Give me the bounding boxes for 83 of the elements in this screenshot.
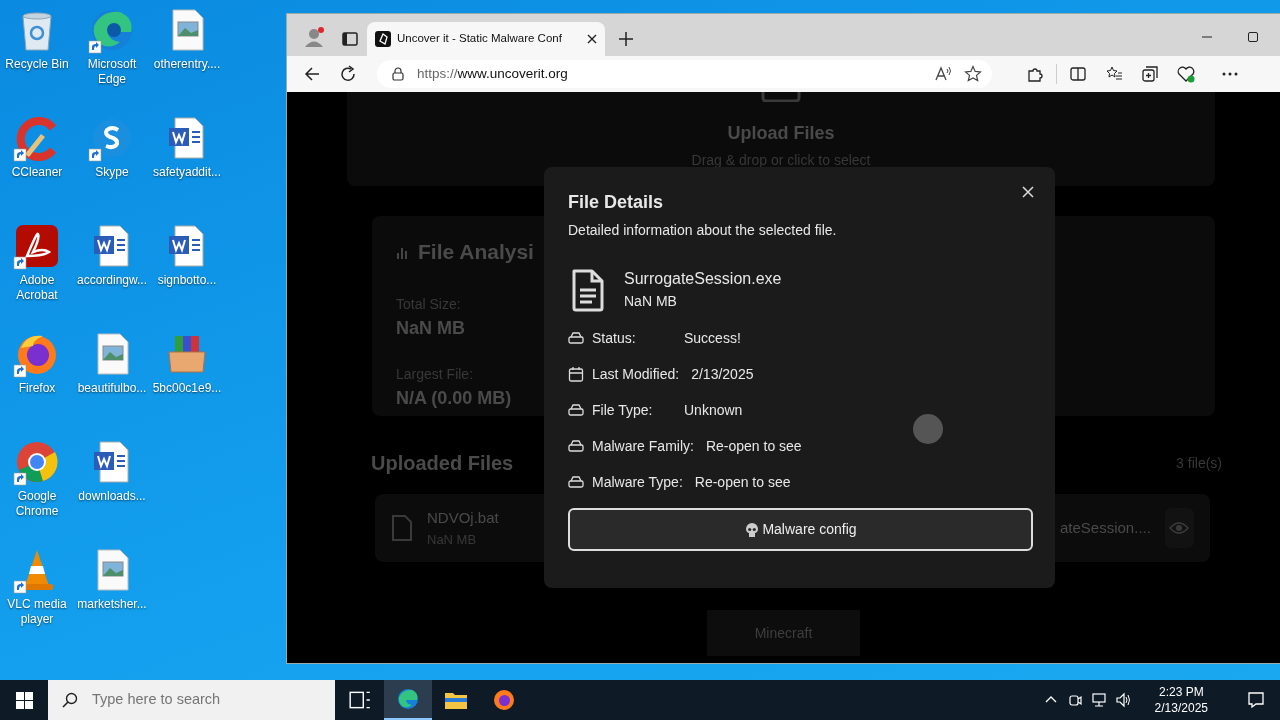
desktop-shortcut[interactable]: Recycle Bin — [0, 6, 74, 72]
firefox-icon — [492, 688, 516, 712]
skull-icon — [744, 521, 761, 538]
lock-icon — [391, 67, 405, 81]
browser-tab[interactable]: Uncover it - Static Malware Conf — [367, 22, 605, 56]
modal-title: File Details — [568, 191, 664, 214]
favorites-list-icon — [1105, 65, 1123, 83]
windows-logo-icon — [15, 691, 33, 709]
file-name: SurrogateSession.exe — [624, 269, 782, 289]
detail-label: File Type: — [592, 400, 654, 420]
desktop-shortcut[interactable]: 5bc00c1e9... — [150, 330, 224, 396]
volume-icon — [1114, 692, 1131, 708]
desktop-shortcut[interactable]: Adobe Acrobat — [0, 222, 74, 303]
file-count: 3 file(s) — [1176, 453, 1222, 473]
drive-icon — [568, 330, 584, 346]
back-arrow-icon — [303, 65, 321, 83]
detail-value: Unknown — [684, 400, 743, 420]
favorite-star-icon — [964, 65, 982, 83]
clock-time: 2:23 PM — [1157, 684, 1205, 700]
desktop-shortcut[interactable]: Firefox — [0, 330, 74, 396]
drive-icon — [568, 474, 584, 490]
drive-icon — [568, 438, 584, 454]
file-icon — [391, 514, 413, 542]
profile-icon — [303, 26, 325, 48]
taskbar-search[interactable]: Type here to search — [48, 680, 335, 720]
file-name: ateSession.... — [1060, 517, 1151, 538]
detail-value: Re-open to see — [705, 436, 802, 456]
modal-subtitle: Detailed information about the selected file. — [568, 221, 837, 240]
desktop-shortcut[interactable]: Microsoft Edge — [75, 6, 149, 87]
file-name: NDVOj.bat — [427, 508, 499, 528]
analysis-title: File Analysi — [418, 239, 534, 265]
detail-value: Success! — [684, 328, 741, 348]
maximize-icon — [1248, 32, 1258, 42]
malware-config-button[interactable]: Malware config — [568, 508, 1033, 551]
upload-title: Upload Files — [727, 122, 835, 145]
desktop-shortcut[interactable]: accordingw... — [75, 222, 149, 288]
network-icon — [1090, 692, 1107, 708]
desktop-shortcut[interactable]: Skype — [75, 114, 149, 180]
notification-icon — [1247, 691, 1265, 709]
address-bar[interactable]: https://www.uncoverit.org — [377, 60, 992, 88]
collections-icon — [1141, 65, 1159, 83]
desktop-shortcut[interactable]: VLC media player — [0, 546, 74, 627]
close-icon — [587, 34, 597, 44]
more-dots-icon — [1222, 72, 1238, 76]
drive-icon — [568, 402, 584, 418]
desktop-shortcut[interactable]: safetyaddit... — [150, 114, 224, 180]
detail-value: 2/13/2025 — [691, 364, 754, 384]
desktop-shortcut[interactable]: otherentry.... — [150, 6, 224, 72]
busy-cursor-icon — [913, 414, 943, 444]
detail-label: Last Modified: — [592, 364, 680, 384]
desktop-shortcut[interactable]: CCleaner — [0, 114, 74, 180]
tab-actions-icon — [341, 30, 359, 48]
detail-label: Status: — [592, 328, 637, 348]
detail-value: Re-open to see — [694, 472, 791, 492]
desktop-shortcut[interactable]: signbotto... — [150, 222, 224, 288]
file-size: NaN MB — [624, 292, 678, 311]
close-icon — [1022, 186, 1034, 198]
upload-tray-icon — [761, 92, 801, 102]
puzzle-icon — [1026, 65, 1044, 83]
stat-value: NaN MB — [396, 316, 465, 340]
camera-icon — [1066, 692, 1083, 708]
clock[interactable]: 2:23 PM 2/13/2025 — [1148, 683, 1214, 717]
edge-icon — [396, 687, 420, 711]
desktop-shortcut[interactable]: Google Chrome — [0, 438, 74, 519]
stat-value: N/A (0.00 MB) — [396, 386, 512, 410]
split-screen-icon — [1069, 65, 1087, 83]
desktop-shortcut[interactable]: beautifulbo... — [75, 330, 149, 396]
eye-icon — [1169, 521, 1190, 535]
search-input[interactable]: Type here to search — [90, 688, 320, 712]
clock-date: 2/13/2025 — [1154, 700, 1208, 716]
section-title: Uploaded Files — [371, 451, 514, 476]
site-logo-icon — [375, 31, 391, 47]
heart-pulse-icon — [1177, 65, 1195, 83]
detail-label: Malware Type: — [592, 472, 683, 492]
read-aloud-icon — [934, 65, 952, 83]
calendar-icon — [568, 366, 584, 382]
plus-icon — [619, 32, 633, 46]
search-icon — [62, 692, 78, 708]
taskbar-app[interactable] — [384, 680, 432, 720]
desktop-shortcut[interactable]: marketsher... — [75, 546, 149, 612]
desktop-shortcut[interactable]: downloads... — [75, 438, 149, 504]
refresh-icon — [339, 65, 357, 83]
detail-label: Malware Family: — [592, 436, 694, 456]
